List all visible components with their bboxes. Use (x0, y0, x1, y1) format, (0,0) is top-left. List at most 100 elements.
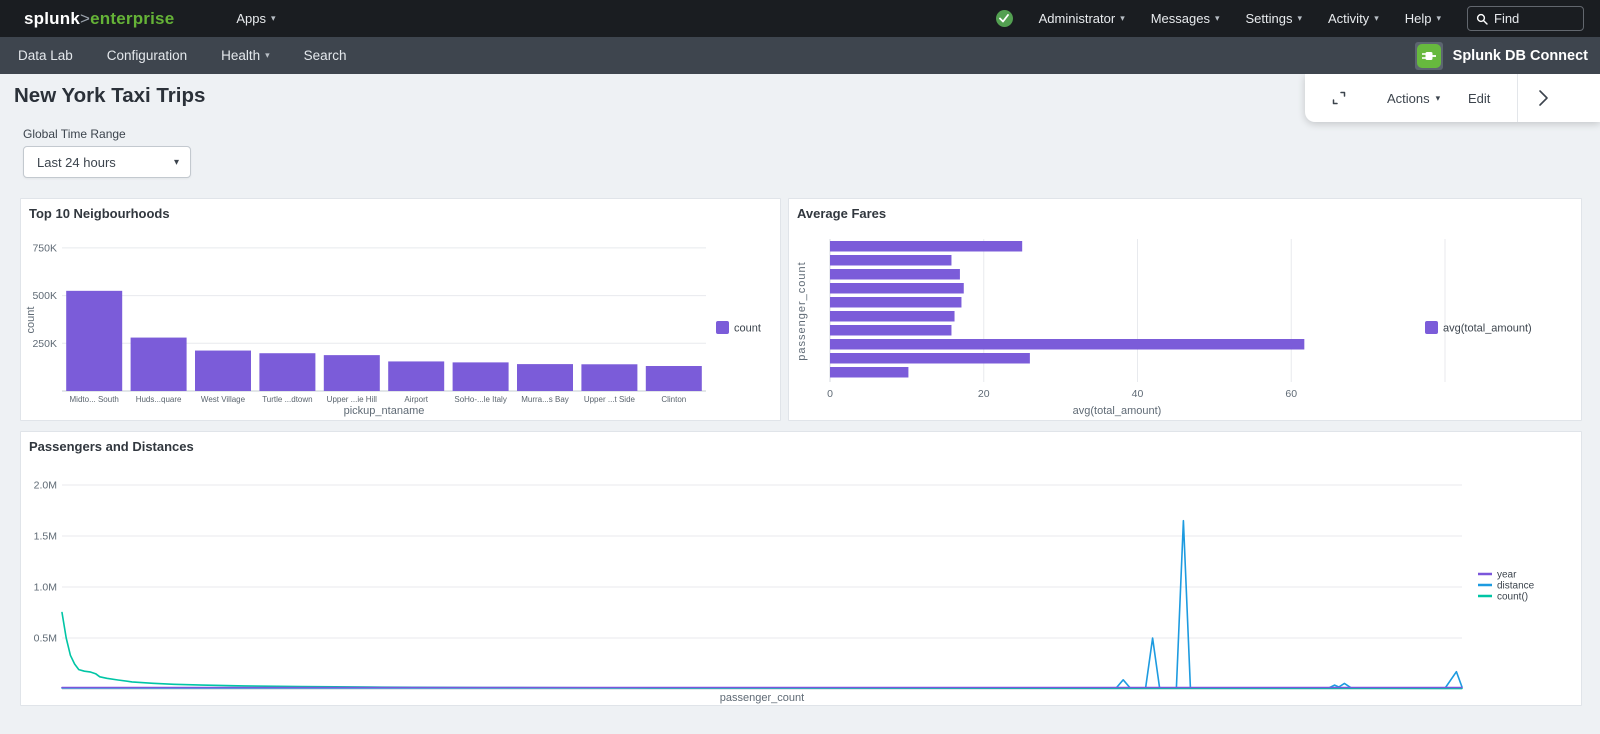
legend-label: count (734, 323, 761, 335)
bar[interactable] (646, 366, 702, 391)
x-tick-label: Midto... South (70, 395, 119, 404)
line-series-distance[interactable] (62, 521, 1462, 688)
chart-top10-neighbourhoods: 250K500K750KMidto... SouthHuds...quareWe… (21, 225, 780, 421)
caret-down-icon: ▾ (174, 157, 179, 168)
bar[interactable] (830, 367, 908, 378)
x-tick-label: 40 (1132, 388, 1144, 400)
app-badge-db-connect[interactable]: Splunk DB Connect (1415, 42, 1588, 70)
dashboard-toolbar: Actions ▾ Edit (1305, 74, 1600, 122)
caret-down-icon: ▾ (1297, 14, 1302, 23)
nav-item-configuration[interactable]: Configuration (107, 48, 187, 63)
chart-average-fares: 0204060avg(total_amount)passenger_counta… (789, 225, 1581, 421)
apps-menu[interactable]: Apps ▾ (236, 11, 275, 26)
bar[interactable] (453, 362, 509, 391)
x-tick-label: Murra...s Bay (521, 395, 569, 404)
help-menu[interactable]: Help▾ (1405, 11, 1441, 26)
bar[interactable] (830, 283, 964, 294)
bar[interactable] (517, 364, 573, 391)
administrator-menu[interactable]: Administrator▾ (1039, 11, 1125, 26)
bar[interactable] (581, 364, 637, 391)
health-status-icon[interactable] (996, 10, 1013, 27)
chevron-right-icon (1533, 89, 1553, 107)
caret-down-icon: ▾ (1436, 14, 1441, 23)
app-name: Splunk DB Connect (1453, 48, 1588, 64)
bar[interactable] (830, 255, 951, 266)
expand-panel-button[interactable] (1533, 89, 1553, 107)
chart-title: Average Fares (797, 206, 886, 221)
chart-passengers-distances: 0.5M1.0M1.5M2.0Mpassenger_countyeardista… (21, 458, 1581, 706)
line-series-count[interactable] (62, 613, 1462, 689)
caret-down-icon: ▾ (1215, 14, 1220, 23)
y-tick-label: 1.0M (34, 582, 57, 594)
y-tick-label: 750K (32, 242, 57, 254)
settings-menu[interactable]: Settings▾ (1246, 11, 1303, 26)
y-tick-label: 0.5M (34, 633, 57, 645)
x-tick-label: SoHo-...le Italy (454, 395, 506, 404)
toolbar-divider (1517, 74, 1518, 122)
search-icon (1476, 13, 1488, 25)
splunk-logo[interactable]: splunk>enterprise (24, 9, 174, 29)
x-tick-label: West Village (201, 395, 246, 404)
messages-menu[interactable]: Messages▾ (1151, 11, 1220, 26)
x-axis-title: pickup_ntaname (344, 405, 425, 417)
bar[interactable] (131, 338, 187, 391)
bar[interactable] (66, 291, 122, 391)
actions-button[interactable]: Actions ▾ (1387, 74, 1440, 122)
top-bar: splunk>enterprise Apps ▾ Administrator▾ … (0, 0, 1600, 37)
x-tick-label: 60 (1285, 388, 1297, 400)
edit-button[interactable]: Edit (1468, 74, 1490, 122)
bar[interactable] (830, 339, 1304, 350)
legend-label: count() (1497, 592, 1528, 603)
x-tick-label: Airport (404, 395, 428, 404)
x-tick-label: Upper ...ie Hill (327, 395, 377, 404)
legend-label: distance (1497, 581, 1535, 592)
bar[interactable] (830, 241, 1022, 252)
x-tick-label: Clinton (661, 395, 686, 404)
find-search-box[interactable] (1467, 6, 1584, 31)
x-tick-label: Huds...quare (136, 395, 182, 404)
y-axis-title: count (25, 307, 37, 334)
fullscreen-button[interactable] (1331, 90, 1347, 106)
caret-down-icon: ▾ (1436, 94, 1441, 103)
legend-label: avg(total_amount) (1443, 323, 1532, 335)
time-range-dropdown[interactable]: Last 24 hours ▾ (23, 146, 191, 178)
x-tick-label: 20 (978, 388, 990, 400)
db-connect-plug-icon (1417, 44, 1441, 68)
check-icon (999, 14, 1009, 23)
bar[interactable] (324, 355, 380, 391)
caret-down-icon: ▾ (1374, 14, 1379, 23)
page-title: New York Taxi Trips (14, 84, 205, 108)
x-axis-title: avg(total_amount) (1073, 405, 1162, 417)
chart-title: Passengers and Distances (29, 439, 194, 454)
panel-passengers-distances: Passengers and Distances 0.5M 1.0M 1.5M 2.0… (20, 431, 1582, 706)
expand-icon (1331, 90, 1347, 106)
bar[interactable] (195, 351, 251, 391)
x-tick-label: 0 (827, 388, 833, 400)
find-input[interactable] (1494, 11, 1574, 26)
caret-down-icon: ▾ (1120, 14, 1125, 23)
y-tick-label: 1.5M (34, 531, 57, 543)
bar[interactable] (388, 361, 444, 391)
bar[interactable] (259, 353, 315, 391)
nav-item-health[interactable]: Health▾ (221, 48, 270, 63)
nav-item-data-lab[interactable]: Data Lab (18, 48, 73, 63)
panel-top10-neighbourhoods: Top 10 Neigbourhoods 250K500K750KMidto..… (20, 198, 781, 421)
app-nav-bar: Data Lab Configuration Health▾ Search Sp… (0, 37, 1600, 74)
caret-down-icon: ▾ (271, 14, 276, 23)
bar[interactable] (830, 311, 955, 322)
x-tick-label: Upper ...t Side (584, 395, 636, 404)
apps-menu-label: Apps (236, 11, 266, 26)
bar[interactable] (830, 353, 1030, 364)
bar[interactable] (830, 269, 960, 280)
legend-swatch (716, 321, 729, 334)
y-tick-label: 250K (32, 338, 57, 350)
y-tick-label: 2.0M (34, 480, 57, 492)
legend-swatch (1425, 321, 1438, 334)
nav-item-search[interactable]: Search (304, 48, 347, 63)
bar[interactable] (830, 297, 961, 308)
chart-title: Top 10 Neigbourhoods (29, 206, 170, 221)
x-tick-label: Turtle ...dtown (262, 395, 312, 404)
activity-menu[interactable]: Activity▾ (1328, 11, 1379, 26)
bar[interactable] (830, 325, 951, 336)
time-range-label: Global Time Range (23, 127, 126, 141)
